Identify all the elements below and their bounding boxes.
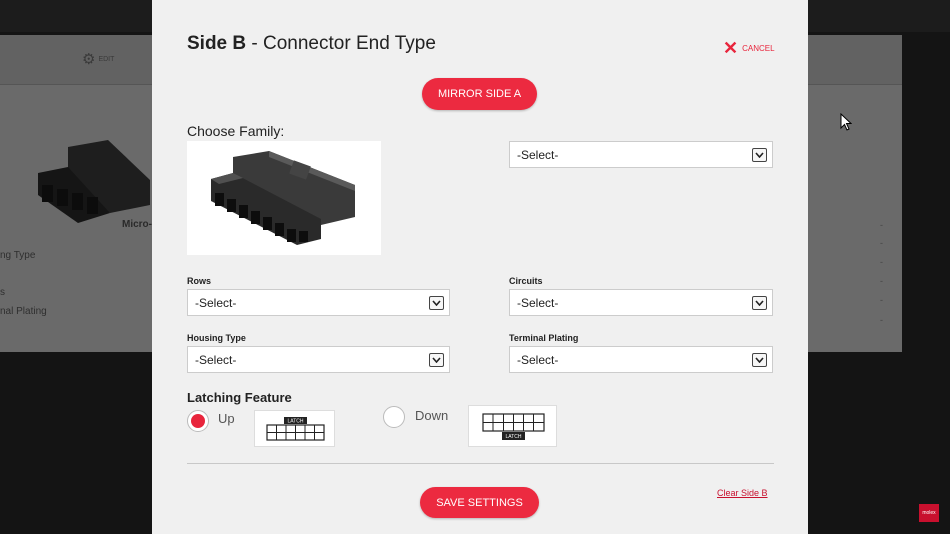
background-list-marker: - bbox=[880, 238, 883, 248]
background-edit-label: EDIT bbox=[98, 56, 115, 63]
terminal-plating-select[interactable]: -Select- bbox=[509, 346, 773, 373]
divider bbox=[187, 463, 774, 464]
chevron-down-icon bbox=[429, 353, 444, 367]
family-select-value: -Select- bbox=[517, 147, 559, 162]
housing-type-select[interactable]: -Select- bbox=[187, 346, 450, 373]
background-list-marker: - bbox=[880, 276, 883, 286]
rows-select-value: -Select- bbox=[195, 295, 237, 310]
latch-down-label: Down bbox=[415, 408, 449, 423]
background-label: s bbox=[0, 287, 5, 298]
background-list-marker: - bbox=[880, 295, 883, 305]
rows-select[interactable]: -Select- bbox=[187, 289, 450, 316]
molex-logo: molex bbox=[919, 504, 939, 522]
modal-title-text: - Connector End Type bbox=[246, 33, 436, 54]
latch-up-icon: LATCH bbox=[266, 417, 325, 441]
chevron-down-icon bbox=[752, 148, 767, 162]
chevron-down-icon bbox=[429, 296, 444, 310]
latch-down-badge: LATCH bbox=[505, 434, 521, 440]
mouse-cursor-icon bbox=[840, 113, 852, 131]
background-list-marker: - bbox=[880, 220, 883, 230]
gear-icon: ⚙ bbox=[82, 51, 96, 68]
background-list-marker: - bbox=[880, 257, 883, 267]
family-select[interactable]: -Select- bbox=[509, 141, 773, 168]
connector-family-image bbox=[187, 141, 381, 255]
housing-type-select-value: -Select- bbox=[195, 352, 237, 367]
chevron-down-icon bbox=[752, 353, 767, 367]
circuits-label: Circuits bbox=[509, 276, 543, 286]
background-model-label: Micro- bbox=[122, 219, 152, 230]
latch-down-diagram[interactable]: LATCH bbox=[468, 405, 557, 447]
cancel-label: CANCEL bbox=[742, 43, 775, 53]
terminal-plating-select-value: -Select- bbox=[517, 352, 559, 367]
cancel-button[interactable]: ✕ CANCEL bbox=[723, 39, 775, 57]
latch-up-badge: LATCH bbox=[287, 419, 303, 425]
latch-down-icon: LATCH bbox=[482, 413, 545, 440]
housing-type-label: Housing Type bbox=[187, 333, 246, 343]
latch-up-radio[interactable] bbox=[187, 410, 209, 432]
circuits-select-value: -Select- bbox=[517, 295, 559, 310]
latching-feature-title: Latching Feature bbox=[187, 390, 292, 405]
chevron-down-icon bbox=[752, 296, 767, 310]
connector-end-type-modal: Side B - Connector End Type ✕ CANCEL MIR… bbox=[152, 0, 808, 534]
close-icon: ✕ bbox=[723, 38, 739, 58]
latch-up-diagram[interactable]: LATCH bbox=[254, 410, 335, 447]
background-edit-button: ⚙ EDIT bbox=[82, 52, 114, 67]
latch-down-radio[interactable] bbox=[383, 406, 405, 428]
rows-label: Rows bbox=[187, 276, 212, 286]
background-label: ng Type bbox=[0, 250, 36, 261]
connector-illustration bbox=[211, 151, 355, 245]
terminal-plating-label: Terminal Plating bbox=[509, 333, 579, 343]
save-settings-button[interactable]: SAVE SETTINGS bbox=[420, 487, 539, 518]
modal-title-side: Side B bbox=[187, 33, 247, 54]
modal-title: Side B - Connector End Type bbox=[187, 33, 436, 55]
choose-family-label: Choose Family: bbox=[187, 123, 285, 139]
latch-up-label: Up bbox=[218, 411, 235, 426]
background-list-marker: - bbox=[880, 315, 883, 325]
clear-side-b-link[interactable]: Clear Side B bbox=[717, 488, 768, 498]
background-label: nal Plating bbox=[0, 306, 47, 317]
circuits-select[interactable]: -Select- bbox=[509, 289, 773, 316]
mirror-side-a-button[interactable]: MIRROR SIDE A bbox=[422, 78, 537, 110]
